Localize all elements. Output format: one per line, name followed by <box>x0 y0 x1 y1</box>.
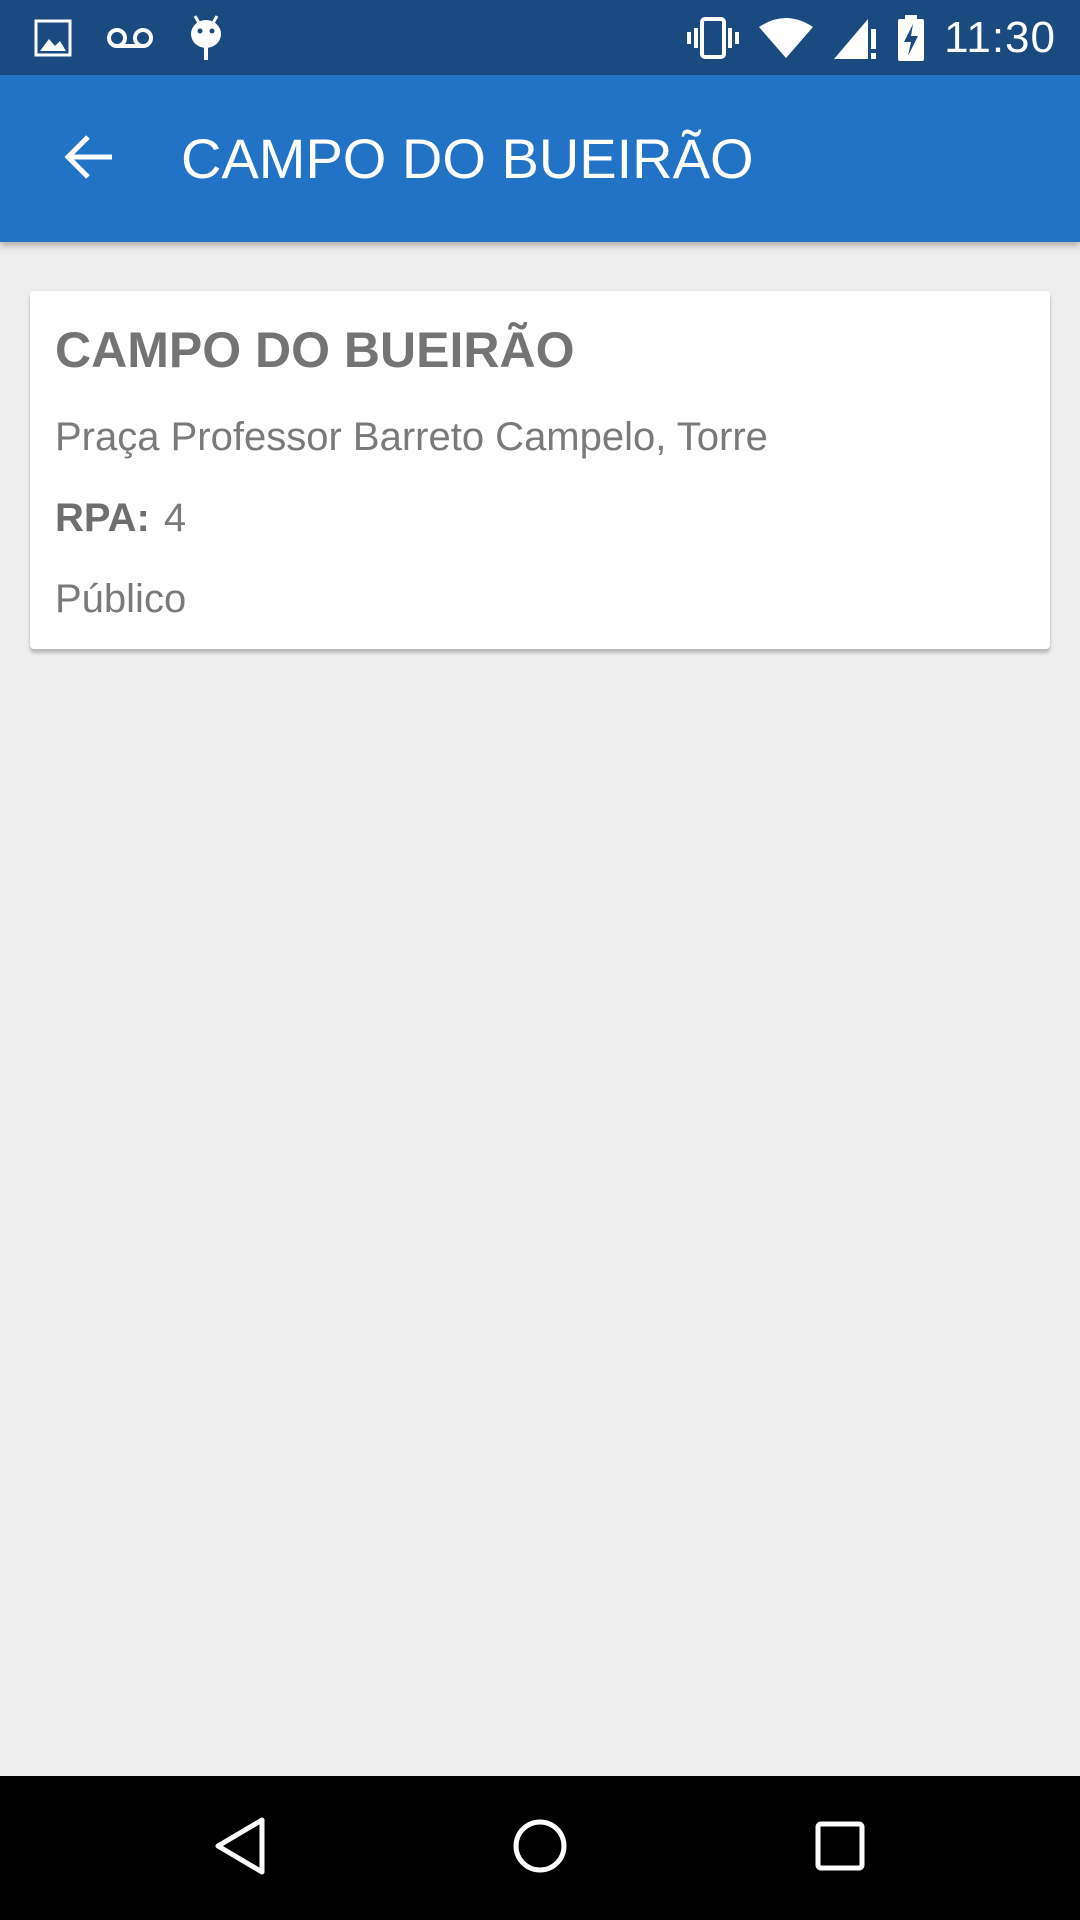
back-nav-icon <box>212 1816 268 1881</box>
status-clock: 11:30 <box>944 12 1056 62</box>
app-bar: CAMPO DO BUEIRÃO <box>0 75 1080 242</box>
place-rpa: RPA: 4 <box>55 496 186 541</box>
arrow-back-icon <box>62 133 114 186</box>
place-title: CAMPO DO BUEIRÃO <box>55 322 575 378</box>
navigation-bar <box>0 1776 1080 1920</box>
nav-recents-button[interactable] <box>790 1798 890 1898</box>
page-title: CAMPO DO BUEIRÃO <box>181 127 754 190</box>
battery-charging-icon <box>896 14 926 62</box>
vibrate-icon <box>686 16 740 60</box>
place-type: Público <box>55 577 187 621</box>
place-card[interactable]: CAMPO DO BUEIRÃO Praça Professor Barreto… <box>30 291 1050 649</box>
place-address: Praça Professor Barreto Campelo, Torre <box>55 415 768 459</box>
rpa-label: RPA: <box>55 496 150 540</box>
home-nav-icon <box>511 1817 569 1880</box>
voicemail-icon <box>106 26 154 50</box>
nav-home-button[interactable] <box>490 1798 590 1898</box>
android-debug-icon <box>188 14 224 62</box>
notification-icons <box>34 12 224 64</box>
signal-icon <box>832 15 878 61</box>
screen: 11:30 CAMPO DO BUEIRÃO CAMPO DO BUEIRÃO … <box>0 0 1080 1920</box>
system-status-icons: 11:30 <box>686 0 1056 75</box>
back-button[interactable] <box>40 111 136 207</box>
nav-back-button[interactable] <box>190 1798 290 1898</box>
wifi-icon <box>758 17 814 59</box>
rpa-value: 4 <box>163 496 187 540</box>
status-bar: 11:30 <box>0 0 1080 75</box>
image-icon <box>34 19 72 57</box>
recents-nav-icon <box>814 1820 866 1877</box>
